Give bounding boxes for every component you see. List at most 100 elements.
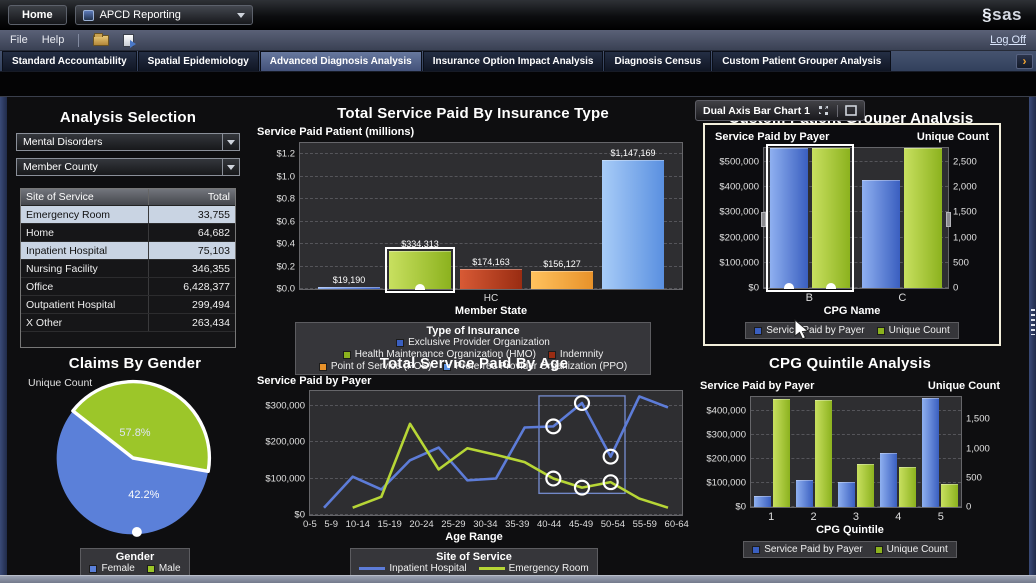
rearrange-icon[interactable] [817,104,830,117]
export-report-icon[interactable] [123,34,134,47]
category-bar-group[interactable] [754,397,790,507]
bar[interactable] [857,464,874,507]
x-tick-label: 40-44 [537,519,561,530]
tab-custom-patient-grouper-analysis[interactable]: Custom Patient Grouper Analysis [712,51,891,71]
legend-label: Service Paid by Payer [764,544,862,555]
pie-svg [47,374,219,542]
category-bar-group[interactable] [922,397,958,507]
selection-notch [784,283,794,289]
bar[interactable] [838,482,855,507]
x-tick-label: 30-34 [473,519,497,530]
legend-swatch [877,327,885,335]
bar[interactable] [815,400,832,507]
tab-strip: Standard AccountabilitySpatial Epidemiol… [0,51,1036,71]
bar[interactable] [389,251,451,289]
tab-spatial-epidemiology[interactable]: Spatial Epidemiology [138,51,259,71]
pie-slice-label: 57.8% [119,427,150,439]
row-label: Nursing Facility [21,260,149,277]
axis-tick-label: $300,000 [706,430,751,441]
diagnosis-filter-dropdown[interactable]: Mental Disorders [16,133,240,151]
gender-pie-panel: Claims By Gender Unique Count 57.8% 42.2… [12,355,258,571]
menu-file[interactable]: File [10,34,28,46]
tab-standard-accountability[interactable]: Standard Accountability [2,51,137,71]
chevron-down-icon [222,159,239,175]
legend-item: Female [89,563,134,574]
horizontal-scrollbar[interactable] [0,575,1036,583]
dual-axis-chart-window[interactable]: Service Paid by Payer Unique Count $0$10… [703,123,1001,346]
legend-swatch [147,565,155,573]
selection-notch [415,284,425,290]
column-header-total[interactable]: Total [149,189,235,205]
bar[interactable] [318,287,380,289]
table-row[interactable]: Inpatient Hospital75,103 [21,242,235,260]
bar[interactable] [941,484,958,507]
x-tick-label: 10-14 [346,519,370,530]
tab-overflow-button[interactable]: › [1016,54,1033,69]
home-button[interactable]: Home [8,5,67,25]
quintile-chart-plot: $0$100,000$200,000$300,000$400,00005001,… [750,396,962,508]
dashboard-content: Analysis Selection Mental Disorders Memb… [0,96,1036,575]
bar[interactable] [602,160,664,289]
category-bar-group[interactable] [880,397,916,507]
bar[interactable] [904,148,942,288]
table-row[interactable]: Office6,428,377 [21,278,235,296]
bar[interactable] [796,480,813,508]
legend-title: Gender [89,551,180,563]
toolbar-title: Dual Axis Bar Chart 1 [703,105,810,117]
analysis-selection-panel: Analysis Selection Mental Disorders Memb… [12,109,244,347]
axis-tick-label: 500 [948,257,969,268]
tab-diagnosis-census[interactable]: Diagnosis Census [604,51,711,71]
bar[interactable] [812,148,850,288]
legend-swatch [479,567,505,570]
legend-items: Service Paid by PayerUnique Count [752,544,948,555]
axis-tick-label: $400,000 [719,182,764,193]
bar[interactable] [922,398,939,507]
bar[interactable] [773,399,790,507]
bar-data-label: $156,127 [543,259,581,269]
app-selector-dropdown[interactable]: APCD Reporting [75,5,253,25]
log-off-link[interactable]: Log Off [990,34,1026,46]
category-bar-group[interactable] [796,397,832,507]
bar[interactable] [531,271,593,289]
maximize-icon[interactable] [845,105,857,116]
category-labels: BC [763,289,949,304]
axis-tick-label: $0 [294,510,310,521]
open-folder-icon[interactable] [93,35,109,46]
tab-insurance-option-impact-analysis[interactable]: Insurance Option Impact Analysis [423,51,604,71]
category-bar-group[interactable] [770,148,850,288]
geography-filter-dropdown[interactable]: Member County [16,158,240,176]
row-label: X Other [21,314,149,331]
age-chart-plot: $0$100,000$200,000$300,000 [309,390,683,516]
chevron-down-icon [222,134,239,150]
table-row[interactable]: Home64,682 [21,224,235,242]
table-row[interactable]: Nursing Facility346,355 [21,260,235,278]
category-bar-group[interactable] [838,397,874,507]
selection-notch [826,283,836,289]
x-tick-labels: 0-55-910-1415-1920-2425-2930-3435-3940-4… [303,516,689,530]
row-label: Outpatient Hospital [21,296,149,313]
legend-label: Female [101,563,134,574]
axis-tick-label: $200,000 [265,437,310,448]
bar[interactable] [862,180,900,288]
quintile-legend: Service Paid by PayerUnique Count [743,541,957,558]
column-header-site[interactable]: Site of Service [21,189,149,205]
table-row[interactable]: Emergency Room33,755 [21,206,235,224]
legend-items: FemaleMale [89,563,180,574]
table-row[interactable]: X Other263,434 [21,314,235,332]
panel-resize-handle[interactable] [1031,309,1035,335]
category-bar-group[interactable] [862,148,942,288]
axis-tick-label: $0.6 [277,216,301,227]
tab-advanced-diagnosis-analysis[interactable]: Advanced Diagnosis Analysis [260,51,422,71]
header-spacer-band [0,71,1036,96]
menu-help[interactable]: Help [42,34,65,46]
bar[interactable] [899,467,916,507]
x-tick-label: 20-24 [409,519,433,530]
axis-tick-label: $200,000 [719,232,764,243]
bar[interactable] [880,453,897,507]
bar[interactable] [754,496,771,507]
category-label: 4 [895,511,901,523]
bar[interactable] [770,148,808,288]
legend-label: Service Paid by Payer [766,325,864,336]
bar[interactable] [460,269,522,289]
table-row[interactable]: Outpatient Hospital299,494 [21,296,235,314]
